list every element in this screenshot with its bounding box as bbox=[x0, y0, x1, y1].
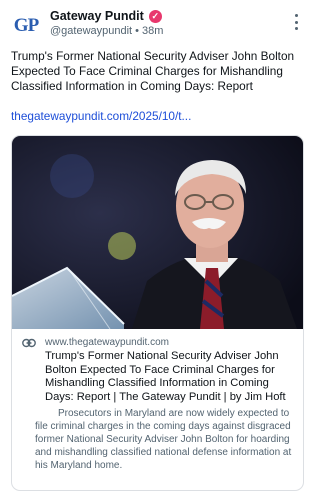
more-options-icon[interactable] bbox=[291, 14, 301, 30]
meta-separator: • bbox=[135, 25, 139, 37]
avatar[interactable]: GP bbox=[11, 11, 41, 41]
verified-icon: ✓ bbox=[148, 9, 162, 23]
author-meta: @gatewaypundit • 38m bbox=[50, 25, 163, 37]
link-icon bbox=[22, 338, 36, 348]
card-title: Trump's Former National Security Adviser… bbox=[45, 350, 286, 403]
name-row: Gateway Pundit ✓ bbox=[50, 9, 163, 23]
post-text: Trump's Former National Security Adviser… bbox=[11, 49, 295, 93]
author-handle[interactable]: @gatewaypundit bbox=[50, 25, 132, 37]
card-domain: www.thegatewaypundit.com bbox=[45, 337, 169, 348]
link-preview-card[interactable]: www.thegatewaypundit.com Trump's Former … bbox=[11, 135, 304, 491]
author-name[interactable]: Gateway Pundit bbox=[50, 9, 144, 23]
author-block: Gateway Pundit ✓ @gatewaypundit • 38m bbox=[50, 9, 163, 37]
post-card[interactable]: GP Gateway Pundit ✓ @gatewaypundit • 38m… bbox=[0, 0, 315, 500]
post-link[interactable]: thegatewaypundit.com/2025/10/t... bbox=[11, 109, 191, 123]
post-time[interactable]: 38m bbox=[142, 25, 163, 37]
card-description: Prosecutors in Maryland are now widely e… bbox=[35, 408, 292, 472]
gp-logo: GP bbox=[13, 15, 39, 36]
link-preview-image[interactable] bbox=[12, 136, 303, 329]
link-preview-info[interactable]: www.thegatewaypundit.com Trump's Former … bbox=[12, 329, 303, 472]
